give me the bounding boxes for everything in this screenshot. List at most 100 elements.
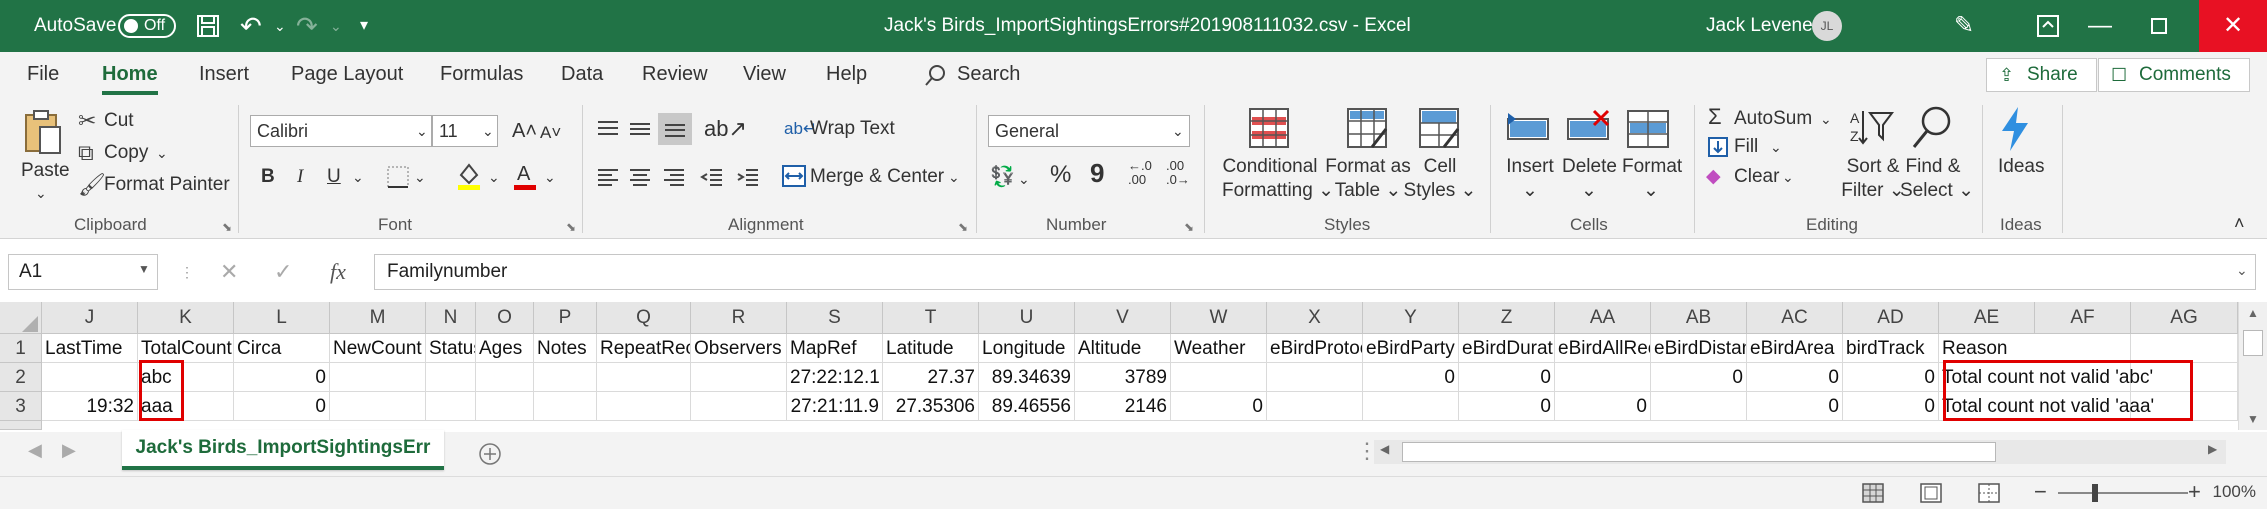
borders-icon[interactable] [386,165,410,189]
column-header-u[interactable]: U [979,302,1075,334]
align-center-icon[interactable] [628,167,652,187]
cell-styles-button[interactable]: Cell Styles ⌄ [1398,155,1482,203]
expand-formula-bar-icon[interactable]: ⌄ [2236,262,2248,279]
page-layout-view-icon[interactable] [1920,483,1942,503]
copy-button[interactable]: Copy [104,141,148,165]
cell-aa3[interactable]: 0 [1555,392,1651,421]
row-header[interactable]: 3 [0,392,42,421]
underline-button[interactable]: U [327,165,341,189]
cell-ab2[interactable]: 0 [1651,363,1747,392]
underline-dropdown-icon[interactable]: ⌄ [352,165,364,189]
column-header-ag[interactable]: AG [2131,302,2238,334]
cell-z2[interactable]: 0 [1459,363,1555,392]
font-color-icon[interactable]: A [512,161,538,191]
undo-dropdown-icon[interactable]: ⌄ [274,0,286,52]
column-header-aa[interactable]: AA [1555,302,1651,334]
cell-t2[interactable]: 27.37 [883,363,979,392]
paste-label[interactable]: Paste [21,159,70,183]
italic-button[interactable]: I [297,165,303,189]
cell-r2[interactable] [691,363,787,392]
scroll-down-icon[interactable]: ▼ [2247,412,2259,426]
cell-l3[interactable]: 0 [234,392,330,421]
vertical-scroll-thumb[interactable] [2243,330,2263,356]
number-format-select[interactable]: General [988,115,1190,147]
delete-cells-button[interactable]: Delete ⌄ [1562,155,1617,203]
column-header-ab[interactable]: AB [1651,302,1747,334]
cell-j3[interactable]: 19:32 [42,392,138,421]
tab-file[interactable]: File [27,52,59,97]
borders-dropdown-icon[interactable]: ⌄ [414,165,426,189]
enter-icon[interactable]: ✓ [274,254,292,290]
font-size-dropdown-icon[interactable]: ⌄ [482,119,494,143]
column-header-s[interactable]: S [787,302,883,334]
column-header-o[interactable]: O [476,302,534,334]
column-header-q[interactable]: Q [597,302,691,334]
name-box[interactable]: A1 [8,254,158,290]
middle-align-icon[interactable] [628,119,652,139]
cell-p1[interactable]: Notes [534,334,597,363]
cell-z1[interactable]: eBirdDuration [1459,334,1555,363]
horizontal-scroll-thumb[interactable] [1402,442,1996,462]
cell-m2[interactable] [330,363,426,392]
cell-v1[interactable]: Altitude [1075,334,1171,363]
cell-s1[interactable]: MapRef [787,334,883,363]
autosave-toggle[interactable]: Off [118,14,176,38]
column-header-j[interactable]: J [42,302,138,334]
ribbon-display-icon[interactable] [2037,15,2059,37]
cell-o3[interactable] [476,392,534,421]
formula-input[interactable]: Familynumber [374,254,2256,290]
percent-button[interactable]: % [1050,163,1071,187]
normal-view-icon[interactable] [1862,483,1884,503]
column-header-ae[interactable]: AE [1939,302,2035,334]
cut-button[interactable]: Cut [104,109,134,133]
font-name-dropdown-icon[interactable]: ⌄ [416,119,428,143]
ideas-button[interactable]: Ideas [1998,155,2044,179]
autosum-dropdown-icon[interactable]: ⌄ [1820,107,1832,131]
shrink-font-icon[interactable]: A˅ [540,121,561,145]
column-header-l[interactable]: L [234,302,330,334]
redo-icon[interactable]: ↷ [296,0,318,52]
tab-data[interactable]: Data [561,52,603,97]
font-color-dropdown-icon[interactable]: ⌄ [544,165,556,189]
alignment-launcher-icon[interactable]: ⬊ [958,215,968,239]
tab-review[interactable]: Review [642,52,708,97]
bottom-align-button[interactable] [658,113,692,145]
zoom-slider[interactable] [2058,492,2188,494]
column-header-p[interactable]: P [534,302,597,334]
scroll-right-icon[interactable]: ▶ [2208,442,2217,456]
maximize-icon[interactable] [2151,18,2167,34]
cell-aa2[interactable] [1555,363,1651,392]
bold-button[interactable]: B [261,165,275,189]
cell-o1[interactable]: Ages [476,334,534,363]
paste-dropdown-icon[interactable]: ⌄ [35,181,47,205]
tab-home[interactable]: Home [102,52,158,97]
next-sheet-icon[interactable]: ▶ [62,440,76,461]
number-launcher-icon[interactable]: ⬊ [1184,215,1194,239]
vertical-scrollbar[interactable]: ▲ ▼ [2238,302,2267,430]
cell-q1[interactable]: RepeatRecord [597,334,691,363]
save-icon[interactable] [196,14,220,38]
align-right-icon[interactable] [662,167,686,187]
cell-ac3[interactable]: 0 [1747,392,1843,421]
cell-ag1[interactable] [2131,334,2238,363]
cell-v3[interactable]: 2146 [1075,392,1171,421]
find-select-button[interactable]: Find & Select ⌄ [1900,155,1974,203]
page-break-view-icon[interactable] [1978,483,2000,503]
cell-r3[interactable] [691,392,787,421]
comma-style-button[interactable]: 9 [1090,160,1104,186]
cell-q2[interactable] [597,363,691,392]
tab-formulas[interactable]: Formulas [440,52,523,97]
zoom-out-icon[interactable]: − [2034,479,2047,505]
collapse-ribbon-icon[interactable]: ˄ [2234,211,2245,235]
clear-button[interactable]: Clear [1734,165,1779,189]
name-box-dropdown-icon[interactable]: ▼ [138,262,150,276]
cell-ad3[interactable]: 0 [1843,392,1939,421]
column-header-ac[interactable]: AC [1747,302,1843,334]
cell-ae1[interactable]: Reason [1939,334,2035,363]
cell-af1[interactable] [2035,334,2131,363]
cell-n1[interactable]: Status [426,334,476,363]
decrease-decimal-button[interactable]: .00.0→ [1166,159,1190,187]
cell-z3[interactable]: 0 [1459,392,1555,421]
column-header-t[interactable]: T [883,302,979,334]
row-header[interactable] [0,421,42,430]
